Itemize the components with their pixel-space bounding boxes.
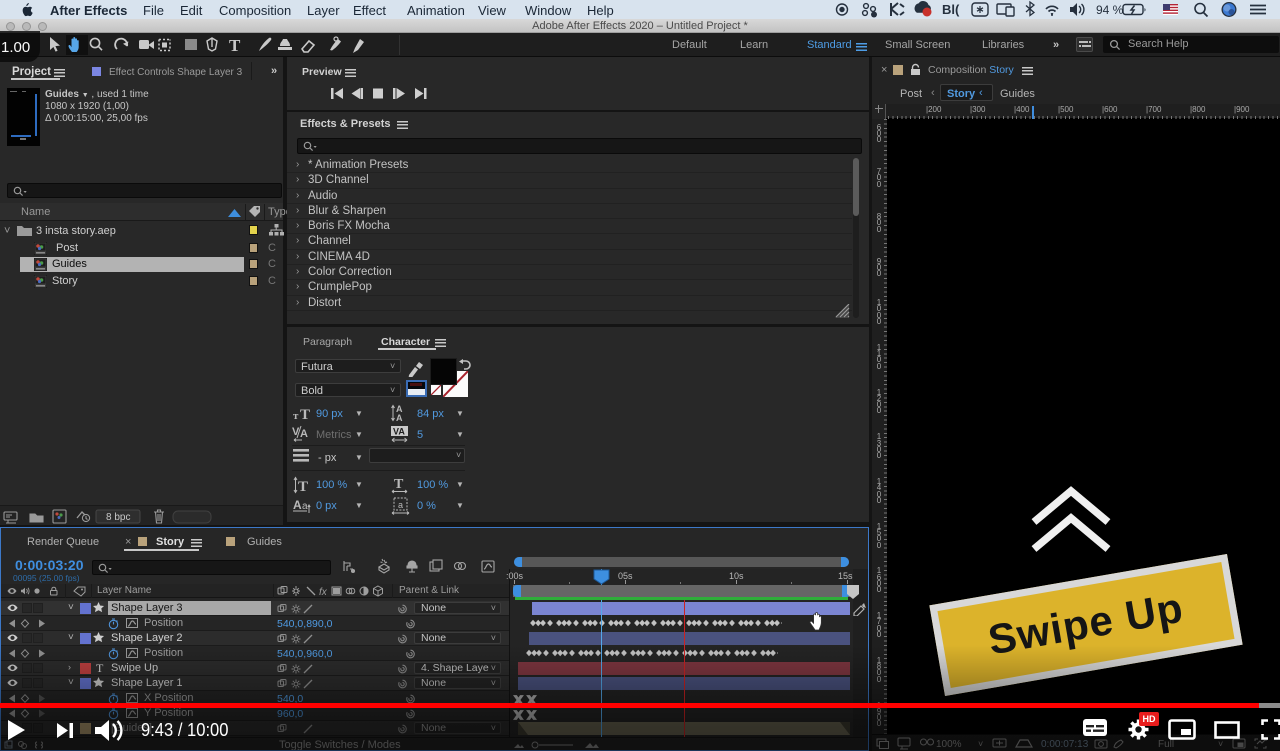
svg-text:T: T: [229, 36, 241, 55]
svg-text:T: T: [394, 477, 404, 492]
svg-text:т: т: [293, 410, 299, 421]
svg-text:A: A: [293, 498, 302, 512]
svg-text:T: T: [298, 479, 308, 494]
svg-text:A: A: [300, 428, 308, 440]
svg-text:a: a: [302, 501, 308, 512]
svg-text:a: a: [398, 500, 403, 510]
svg-text:94 %: 94 %: [1096, 3, 1124, 17]
svg-text:T: T: [300, 407, 310, 421]
svg-text:A: A: [396, 413, 403, 423]
svg-text:VA: VA: [393, 427, 405, 437]
svg-text:8 bpc: 8 bpc: [106, 512, 130, 523]
svg-text:Bl(: Bl(: [942, 2, 960, 17]
